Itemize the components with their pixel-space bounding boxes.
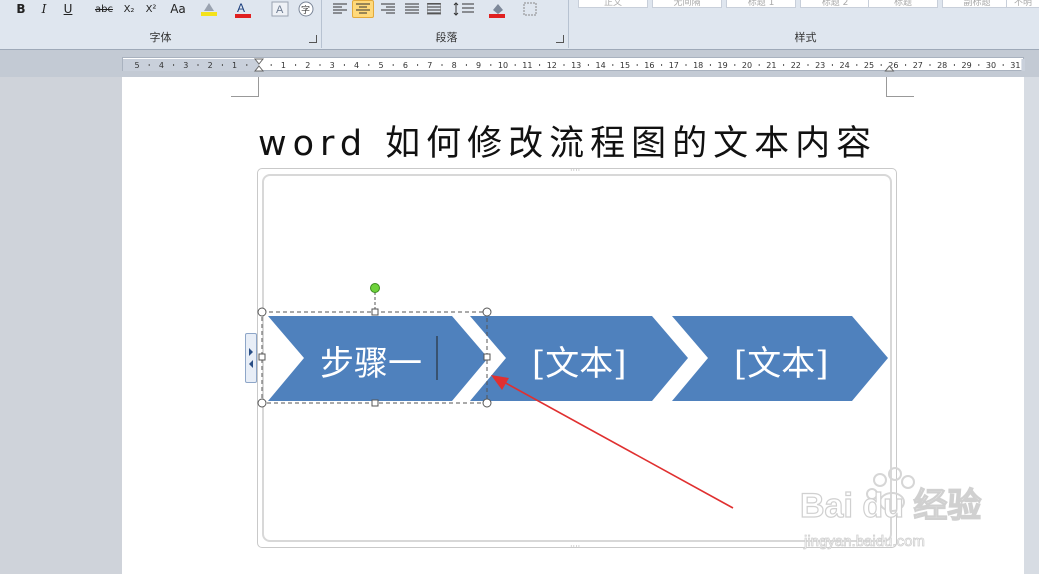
resize-handle-icon[interactable] xyxy=(371,399,379,407)
watermark-brand: Bai du 经验 xyxy=(800,486,981,525)
resize-handle-icon[interactable] xyxy=(258,353,266,361)
step-2-text[interactable]: [文本] xyxy=(532,336,627,385)
resize-handle-icon[interactable] xyxy=(257,398,267,408)
text-pane-toggle[interactable] xyxy=(245,333,257,383)
frame-bottom-handle-icon[interactable]: ···· xyxy=(570,542,580,551)
watermark-url: jingyan.baidu.com xyxy=(803,533,925,550)
resize-handle-icon[interactable] xyxy=(482,307,492,317)
expand-arrows-icon xyxy=(249,348,253,368)
rotation-handle-icon[interactable] xyxy=(370,283,380,293)
baidu-watermark: Bai du 经验 jingyan.baidu.com xyxy=(800,467,982,550)
vertical-scrollbar[interactable] xyxy=(1024,77,1039,574)
resize-handle-icon[interactable] xyxy=(483,353,491,361)
resize-handle-icon[interactable] xyxy=(257,307,267,317)
step-3-text[interactable]: [文本] xyxy=(734,336,829,385)
resize-handle-icon[interactable] xyxy=(482,398,492,408)
step-1-text[interactable]: 步骤一 xyxy=(320,336,422,385)
frame-top-handle-icon[interactable]: ···· xyxy=(570,166,580,175)
resize-handle-icon[interactable] xyxy=(371,308,379,316)
